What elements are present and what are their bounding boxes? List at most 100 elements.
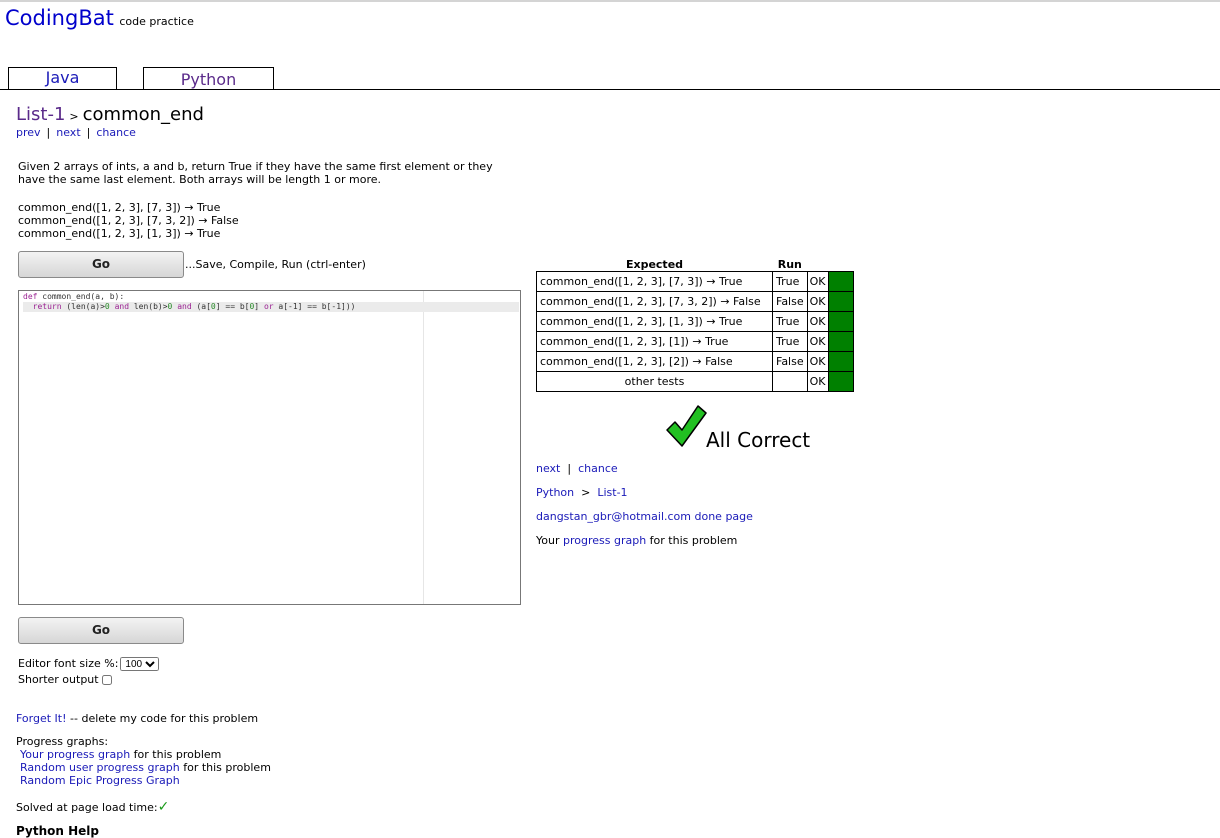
solved-label: Solved at page load time:: [16, 801, 158, 814]
problem-title: common_end: [82, 104, 204, 125]
help-heading: Python Help: [16, 824, 99, 838]
expected-cell: other tests: [536, 371, 773, 392]
tab-python[interactable]: Python: [143, 67, 274, 90]
status-cell: OK: [806, 311, 829, 332]
breadcrumb-separator: >: [69, 110, 79, 123]
run-cell: [772, 371, 808, 392]
pass-indicator: [827, 351, 854, 372]
go-button-bottom[interactable]: Go: [18, 617, 184, 644]
run-cell: True: [772, 311, 808, 332]
status-cell: OK: [806, 351, 829, 372]
pass-indicator: [827, 291, 854, 312]
code-line-active: return (len(a)>0 and len(b)>0 and (a[0] …: [23, 302, 519, 312]
section-breadcrumb: Python > List-1: [536, 486, 628, 499]
pass-indicator: [827, 331, 854, 352]
progress-suffix: for this problem: [130, 748, 222, 761]
tab-java[interactable]: Java: [8, 67, 117, 89]
forget-row: Forget It! -- delete my code for this pr…: [16, 712, 258, 725]
next-link[interactable]: next: [56, 126, 80, 139]
pass-indicator: [827, 271, 854, 292]
tab-divider: [0, 89, 1220, 90]
table-row: other tests OK: [536, 371, 854, 392]
progress-graphs: Progress graphs: Your progress graph for…: [16, 735, 271, 787]
all-correct-text: All Correct: [706, 428, 811, 452]
your-progress-suffix: for this problem: [646, 534, 738, 547]
expected-cell: common_end([1, 2, 3], [2]) → False: [536, 351, 773, 372]
check-icon: ✓: [157, 799, 170, 815]
example-line: common_end([1, 2, 3], [7, 3, 2]) → False: [18, 214, 239, 227]
pass-indicator: [827, 371, 854, 392]
editor-print-margin: [423, 291, 424, 604]
epic-progress-link[interactable]: Random Epic Progress Graph: [20, 774, 180, 787]
status-cell: OK: [806, 331, 829, 352]
nav-separator: |: [86, 126, 91, 139]
status-cell: OK: [806, 271, 829, 292]
code-editor[interactable]: def common_end(a, b): return (len(a)>0 a…: [18, 290, 521, 605]
forget-link[interactable]: Forget It!: [16, 712, 67, 725]
after-nav: next | chance: [536, 462, 618, 475]
prev-link[interactable]: prev: [16, 126, 41, 139]
top-border: [0, 0, 1220, 2]
table-row: common_end([1, 2, 3], [1, 3]) → True Tru…: [536, 311, 854, 332]
go-button[interactable]: Go: [18, 251, 184, 278]
breadcrumb-separator: >: [581, 486, 591, 499]
site-header: CodingBat code practice: [5, 6, 194, 30]
shorter-output: Shorter output: [18, 673, 112, 686]
table-row: common_end([1, 2, 3], [1]) → True True O…: [536, 331, 854, 352]
save-hint: ...Save, Compile, Run (ctrl-enter): [185, 258, 366, 271]
run-cell: False: [772, 351, 808, 372]
done-page-link[interactable]: dangstan_gbr@hotmail.com done page: [536, 510, 753, 523]
python-link[interactable]: Python: [536, 486, 574, 499]
editor-font-size: Editor font size %: 100: [18, 657, 160, 671]
random-user-progress-link[interactable]: Random user progress graph: [20, 761, 180, 774]
run-cell: True: [772, 331, 808, 352]
status-cell: OK: [806, 291, 829, 312]
next-link[interactable]: next: [536, 462, 560, 475]
big-check-icon: [666, 405, 707, 447]
results-table: Expected Run common_end([1, 2, 3], [7, 3…: [536, 258, 854, 392]
code-line: def common_end(a, b):: [23, 292, 125, 301]
shorter-output-checkbox[interactable]: [101, 675, 112, 685]
pass-indicator: [827, 311, 854, 332]
table-row: common_end([1, 2, 3], [2]) → False False…: [536, 351, 854, 372]
progress-graph-link[interactable]: progress graph: [563, 534, 646, 547]
progress-graphs-heading: Progress graphs:: [16, 735, 109, 748]
your-progress-row: Your progress graph for this problem: [536, 534, 737, 547]
problem-nav: prev | next | chance: [16, 126, 136, 139]
site-tagline: code practice: [119, 15, 194, 28]
expected-cell: common_end([1, 2, 3], [1, 3]) → True: [536, 311, 773, 332]
expected-cell: common_end([1, 2, 3], [7, 3, 2]) → False: [536, 291, 773, 312]
breadcrumb: List-1 > common_end: [16, 104, 204, 125]
progress-item: Random Epic Progress Graph: [16, 774, 271, 787]
font-size-select[interactable]: 100: [120, 657, 160, 671]
chance-link[interactable]: chance: [96, 126, 136, 139]
problem-description: Given 2 arrays of ints, a and b, return …: [18, 160, 493, 186]
site-logo[interactable]: CodingBat: [5, 6, 114, 30]
table-row: common_end([1, 2, 3], [7, 3]) → True Tru…: [536, 271, 854, 292]
table-row: common_end([1, 2, 3], [7, 3, 2]) → False…: [536, 291, 854, 312]
shorter-output-label: Shorter output: [18, 673, 99, 686]
font-size-label: Editor font size %:: [18, 657, 119, 670]
examples: common_end([1, 2, 3], [7, 3]) → True com…: [18, 201, 239, 240]
chance-link[interactable]: chance: [578, 462, 618, 475]
example-line: common_end([1, 2, 3], [1, 3]) → True: [18, 227, 221, 240]
nav-separator: |: [567, 462, 572, 475]
forget-text: -- delete my code for this problem: [66, 712, 259, 725]
breadcrumb-section-link[interactable]: List-1: [16, 104, 65, 125]
your-progress-prefix: Your: [536, 534, 563, 547]
results-header-row: Expected Run: [537, 258, 854, 272]
status-cell: OK: [806, 371, 829, 392]
run-cell: True: [772, 271, 808, 292]
example-line: common_end([1, 2, 3], [7, 3]) → True: [18, 201, 221, 214]
run-header: Run: [777, 258, 802, 271]
solved-row: Solved at page load time:✓: [16, 799, 169, 815]
nav-separator: |: [46, 126, 51, 139]
progress-item: Your progress graph for this problem: [16, 748, 271, 761]
run-cell: False: [772, 291, 808, 312]
code-content[interactable]: def common_end(a, b): return (len(a)>0 a…: [23, 292, 519, 312]
progress-suffix: for this problem: [179, 761, 271, 774]
progress-item: Random user progress graph for this prob…: [16, 761, 271, 774]
expected-header: Expected: [625, 258, 684, 271]
your-progress-link[interactable]: Your progress graph: [20, 748, 130, 761]
list1-link[interactable]: List-1: [597, 486, 627, 499]
